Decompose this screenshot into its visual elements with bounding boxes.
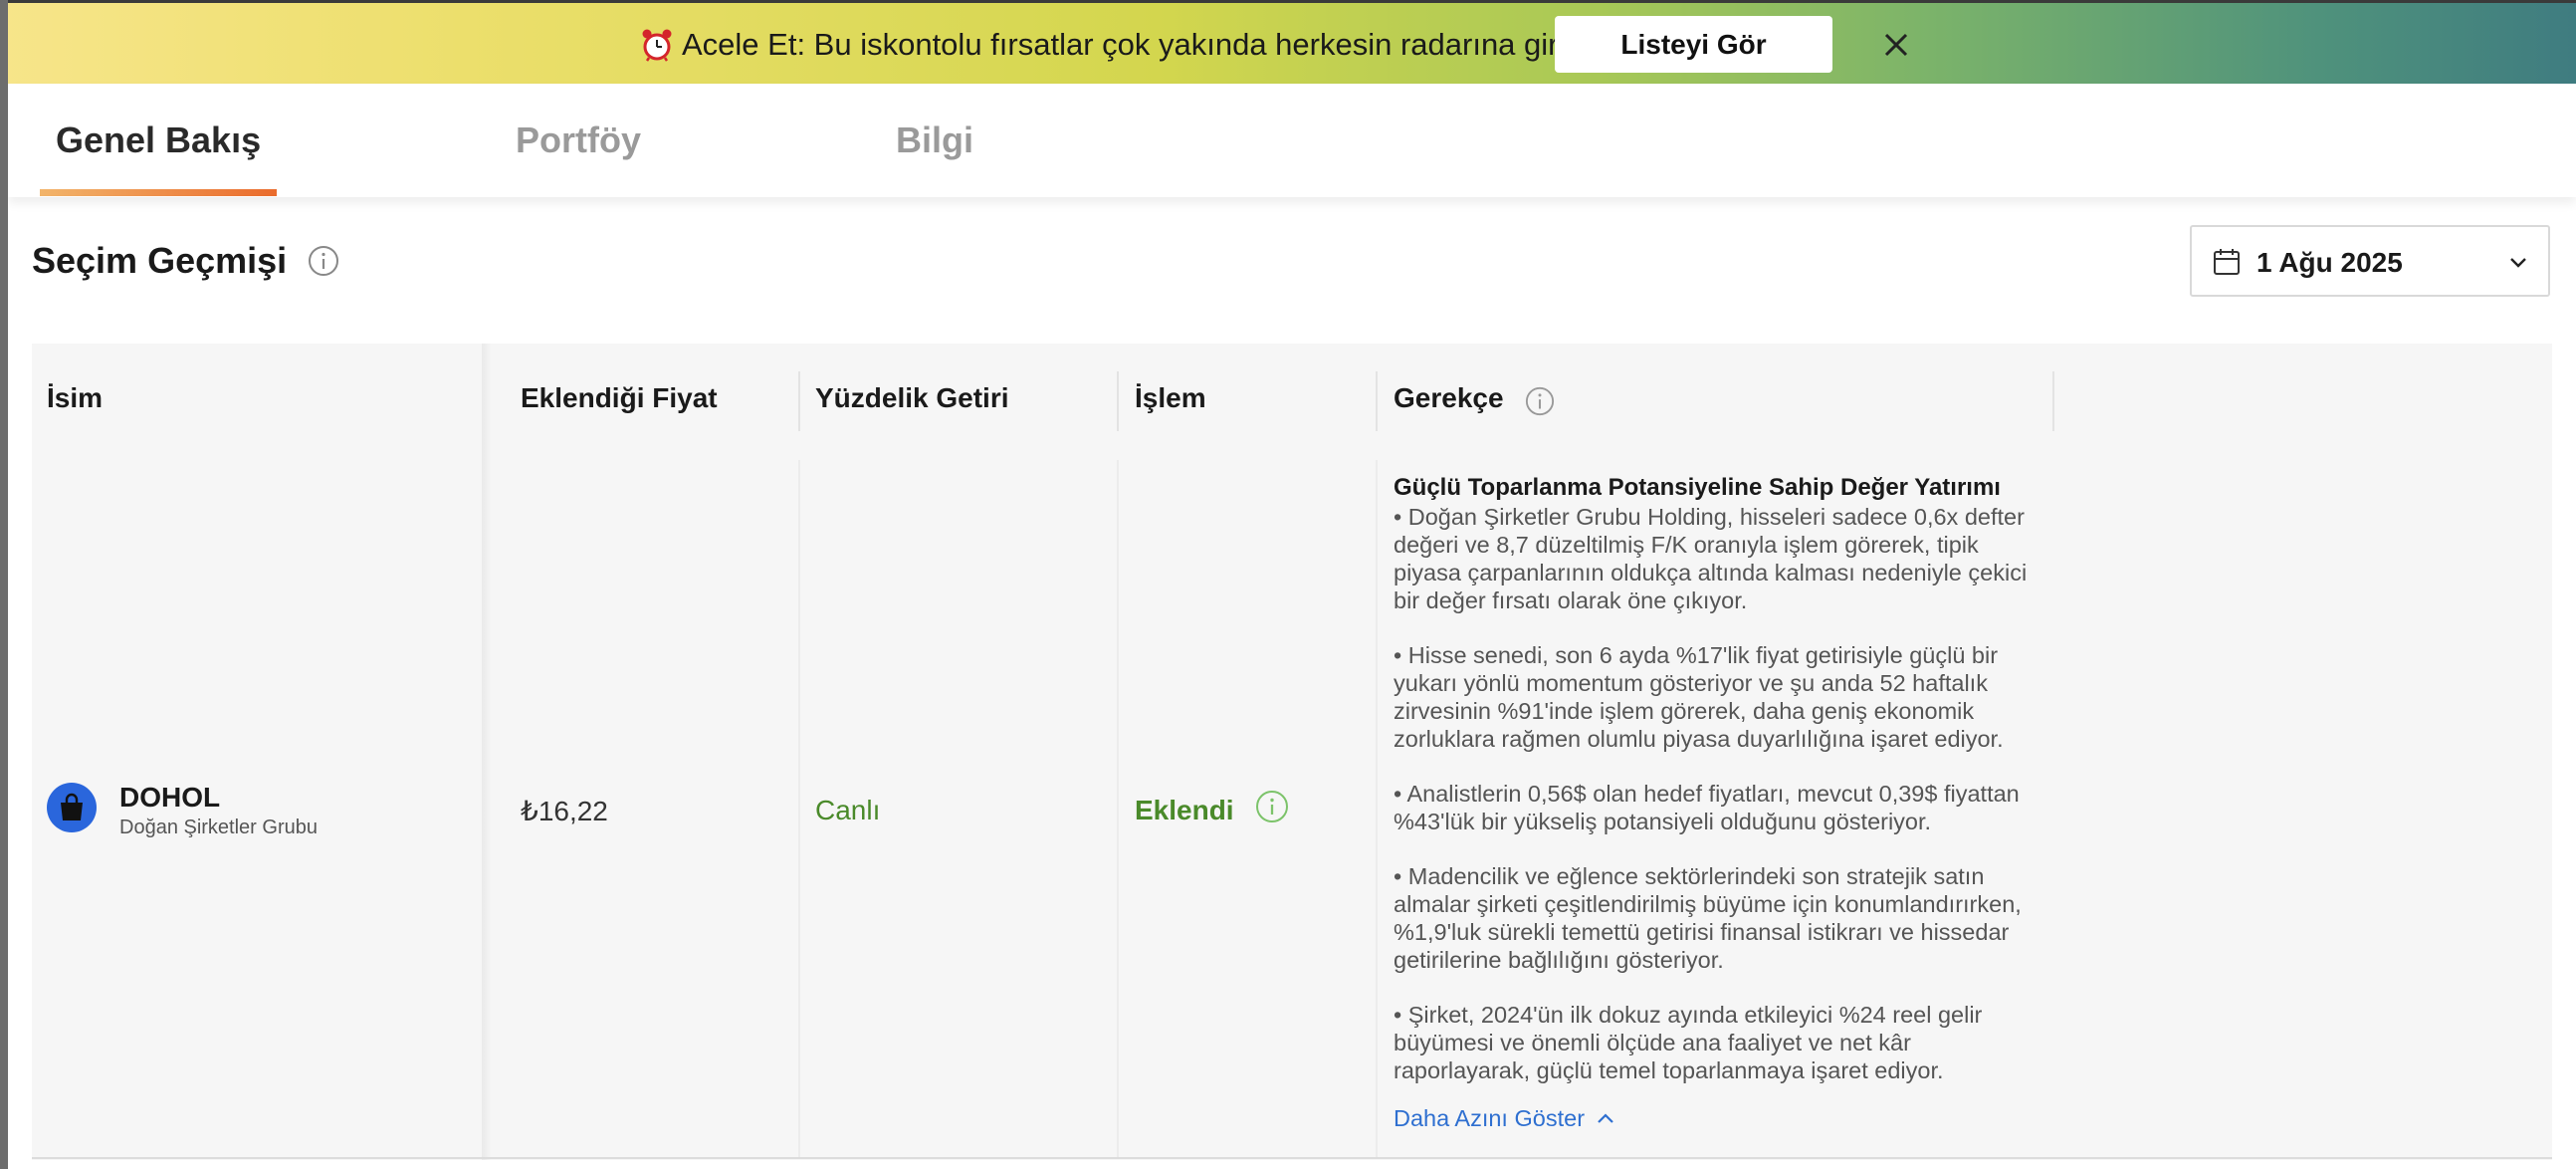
selection-history-table	[32, 344, 2552, 1160]
info-icon[interactable]	[1255, 790, 1289, 823]
banner-text: Acele Et: Bu iskontolu fırsatlar çok yak…	[682, 27, 1623, 62]
section-title: Seçim Geçmişi	[32, 240, 288, 281]
rationale-point: • Doğan Şirketler Grubu Holding, hissele…	[1394, 504, 2028, 613]
stock-ticker[interactable]: DOHOL	[119, 782, 220, 814]
shopping-bag-icon	[61, 793, 83, 820]
header-percent-return[interactable]: Yüzdelik Getiri	[815, 382, 1009, 414]
window-edge	[0, 0, 8, 1169]
column-divider	[1117, 371, 1119, 431]
percent-return: Canlı	[815, 795, 881, 825]
column-divider	[1376, 371, 1378, 431]
banner-message: Acele Et: Bu iskontolu fırsatlar çok yak…	[640, 27, 1623, 63]
chevron-up-icon	[1598, 1112, 1613, 1123]
tab-portfolio[interactable]: Portföy	[516, 84, 641, 197]
rationale-point: • Şirket, 2024'ün ilk dokuz ayında etkil…	[1394, 1002, 1983, 1083]
tab-overview[interactable]: Genel Bakış	[56, 84, 261, 197]
close-icon[interactable]	[1879, 28, 1913, 62]
promo-banner: Acele Et: Bu iskontolu fırsatlar çok yak…	[0, 0, 2576, 84]
tab-bar: Genel Bakış Portföy Bilgi	[8, 84, 2576, 197]
date-picker[interactable]: 1 Ağu 2025	[2190, 225, 2550, 297]
header-added-price[interactable]: Eklendiği Fiyat	[521, 382, 718, 414]
column-divider	[798, 460, 800, 1157]
tab-info[interactable]: Bilgi	[896, 84, 973, 197]
avatar	[47, 783, 97, 832]
column-divider	[798, 371, 800, 431]
header-name[interactable]: İsim	[47, 382, 103, 414]
column-divider	[1376, 460, 1378, 1157]
column-divider	[2052, 371, 2054, 431]
show-less-link[interactable]: Daha Azını Göster	[1394, 1105, 1616, 1132]
rationale-point: • Analistlerin 0,56$ olan hedef fiyatlar…	[1394, 781, 2020, 834]
rationale-point: • Madencilik ve eğlence sektörlerindeki …	[1394, 863, 2022, 973]
header-rationale[interactable]: Gerekçe	[1394, 382, 1504, 414]
table-divider	[32, 1157, 2552, 1159]
rationale-title: Güçlü Toparlanma Potansiyeline Sahip Değ…	[1394, 474, 2001, 501]
info-icon[interactable]	[308, 245, 339, 277]
chevron-down-icon	[2510, 258, 2526, 268]
selected-date: 1 Ağu 2025	[2256, 247, 2403, 278]
name-column-shadow	[482, 344, 492, 1160]
active-tab-indicator	[40, 189, 277, 196]
info-icon[interactable]	[1525, 386, 1555, 416]
added-price: ₺16,22	[521, 796, 608, 826]
rationale-text: Güçlü Toparlanma Potansiyeline Sahip Değ…	[1394, 474, 2050, 1084]
column-divider	[1117, 460, 1119, 1157]
alarm-clock-icon	[642, 29, 672, 62]
rationale-point: • Hisse senedi, son 6 ayda %17'lik fiyat…	[1394, 642, 2004, 752]
see-list-button[interactable]: Listeyi Gör	[1555, 16, 1832, 73]
company-name: Doğan Şirketler Grubu	[119, 817, 318, 838]
show-less-label: Daha Azını Göster	[1394, 1105, 1586, 1131]
calendar-icon	[2214, 249, 2240, 275]
header-action[interactable]: İşlem	[1135, 382, 1206, 414]
action-status: Eklendi	[1135, 795, 1234, 825]
